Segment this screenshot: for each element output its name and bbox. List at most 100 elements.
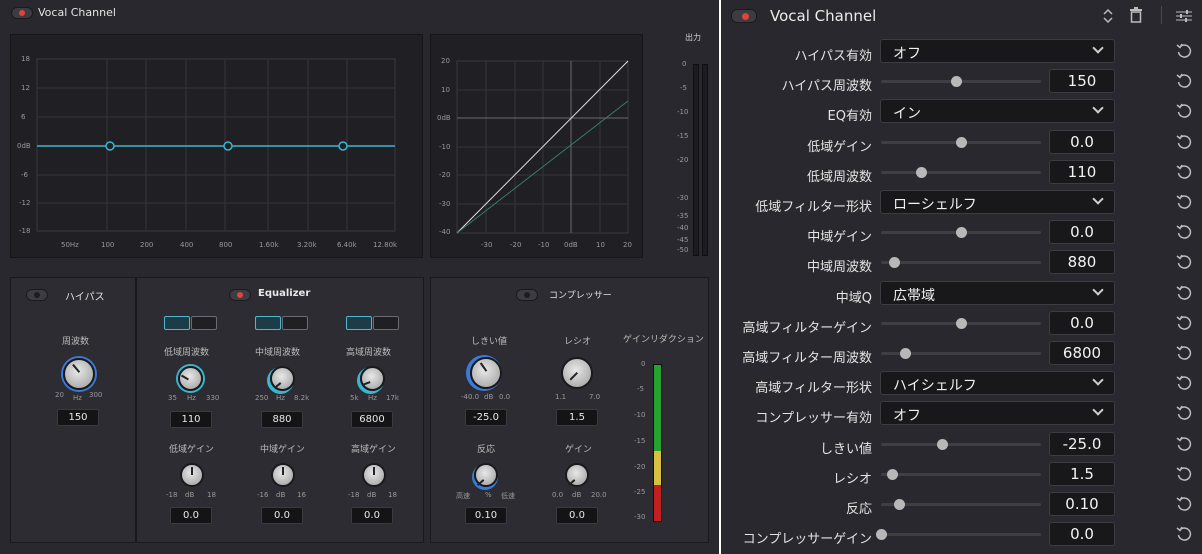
reset-icon[interactable] bbox=[1176, 436, 1192, 452]
reset-icon[interactable] bbox=[1176, 254, 1192, 270]
reset-icon[interactable] bbox=[1176, 285, 1192, 301]
param-value-field[interactable]: 0.0 bbox=[1049, 220, 1115, 245]
reorder-icon[interactable] bbox=[1101, 7, 1115, 25]
reset-icon[interactable] bbox=[1176, 164, 1192, 180]
param-value-field[interactable]: 1.5 bbox=[1049, 461, 1115, 486]
comp-gain-value[interactable]: 0.0 bbox=[556, 507, 598, 524]
eq-node-mid[interactable] bbox=[223, 141, 233, 151]
highpass-freq-knob[interactable] bbox=[63, 358, 95, 390]
reset-icon[interactable] bbox=[1176, 405, 1192, 421]
slider-thumb[interactable] bbox=[900, 348, 911, 359]
param-slider[interactable] bbox=[881, 227, 1041, 239]
mid-freq-knob[interactable] bbox=[270, 366, 295, 391]
param-slider[interactable] bbox=[881, 468, 1041, 480]
slider-thumb[interactable] bbox=[888, 257, 900, 269]
highpass-toggle[interactable] bbox=[26, 289, 48, 301]
param-dropdown[interactable]: ハイシェルフ bbox=[880, 371, 1115, 396]
param-label: 中域周波数 bbox=[806, 260, 872, 276]
low-gain-knob[interactable] bbox=[180, 463, 204, 487]
param-value-field[interactable]: 0.10 bbox=[1049, 492, 1115, 516]
param-value-field[interactable]: 6800 bbox=[1049, 341, 1115, 365]
inspector-enable-toggle[interactable] bbox=[731, 9, 757, 23]
mid-filter-shape-bell-button[interactable] bbox=[255, 316, 281, 330]
param-value-field[interactable]: -25.0 bbox=[1049, 431, 1115, 456]
trash-icon[interactable] bbox=[1129, 7, 1143, 23]
slider-thumb[interactable] bbox=[887, 468, 899, 480]
param-value-field[interactable]: 0.0 bbox=[1049, 310, 1115, 335]
param-value-field[interactable]: 0.0 bbox=[1049, 129, 1115, 154]
channel-enable-toggle[interactable] bbox=[11, 7, 33, 19]
ratio-value[interactable]: 1.5 bbox=[556, 409, 598, 426]
param-dropdown[interactable]: イン bbox=[880, 99, 1115, 124]
reset-icon[interactable] bbox=[1176, 194, 1192, 210]
reset-icon[interactable] bbox=[1176, 43, 1192, 59]
mid-gain-value[interactable]: 0.0 bbox=[261, 507, 303, 524]
slider-thumb[interactable] bbox=[876, 529, 887, 541]
param-slider[interactable] bbox=[881, 317, 1041, 329]
slider-thumb[interactable] bbox=[951, 76, 963, 88]
reset-icon[interactable] bbox=[1176, 345, 1192, 361]
high-gain-value[interactable]: 0.0 bbox=[351, 507, 393, 524]
param-value-field[interactable]: 150 bbox=[1049, 69, 1115, 94]
ratio-knob[interactable] bbox=[561, 357, 593, 389]
param-slider[interactable] bbox=[881, 257, 1041, 269]
reset-icon[interactable] bbox=[1176, 103, 1192, 119]
slider-thumb[interactable] bbox=[956, 136, 967, 148]
eq-node-high[interactable] bbox=[338, 141, 348, 151]
param-slider[interactable] bbox=[881, 76, 1041, 88]
high-freq-value[interactable]: 6800 bbox=[351, 411, 393, 428]
reset-icon[interactable] bbox=[1176, 375, 1192, 391]
param-dropdown[interactable]: ローシェルフ bbox=[880, 190, 1115, 214]
slider-thumb[interactable] bbox=[893, 499, 905, 510]
response-knob[interactable] bbox=[474, 463, 498, 487]
mid-filter-shape-notch-button[interactable] bbox=[282, 316, 308, 330]
threshold-value[interactable]: -25.0 bbox=[465, 409, 507, 426]
slider-thumb[interactable] bbox=[936, 438, 948, 450]
high-gain-knob[interactable] bbox=[362, 463, 386, 487]
reset-icon[interactable] bbox=[1176, 466, 1192, 482]
reset-icon[interactable] bbox=[1176, 496, 1192, 512]
comp-gain-knob[interactable] bbox=[565, 463, 589, 487]
high-freq-knob[interactable] bbox=[360, 366, 385, 391]
param-slider[interactable] bbox=[881, 499, 1041, 510]
mid-gain-knob[interactable] bbox=[271, 463, 295, 487]
param-value-field[interactable]: 0.0 bbox=[1049, 522, 1115, 547]
reset-icon[interactable] bbox=[1176, 526, 1192, 542]
settings-sliders-icon[interactable] bbox=[1176, 8, 1192, 22]
param-slider[interactable] bbox=[881, 166, 1041, 178]
high-filter-shape-shelf-button[interactable] bbox=[346, 316, 372, 330]
param-label: 中域ゲイン bbox=[807, 230, 872, 246]
eq-node-low[interactable] bbox=[105, 141, 115, 151]
param-dropdown[interactable]: 広帯域 bbox=[880, 280, 1115, 305]
param-dropdown[interactable]: オフ bbox=[880, 401, 1115, 426]
low-gain-value[interactable]: 0.0 bbox=[170, 507, 212, 524]
eq-toggle[interactable] bbox=[229, 289, 251, 301]
param-slider[interactable] bbox=[881, 438, 1041, 450]
ratio-min: 1.1 bbox=[555, 393, 567, 401]
param-slider[interactable] bbox=[876, 529, 1041, 541]
reset-icon[interactable] bbox=[1176, 73, 1192, 89]
slider-thumb[interactable] bbox=[916, 166, 927, 178]
slider-thumb[interactable] bbox=[956, 317, 967, 329]
compressor-toggle[interactable] bbox=[516, 289, 538, 301]
param-value-field[interactable]: 880 bbox=[1049, 250, 1115, 275]
param-slider[interactable] bbox=[881, 348, 1041, 359]
param-value-field[interactable]: 110 bbox=[1049, 159, 1115, 184]
threshold-knob[interactable] bbox=[470, 357, 502, 389]
param-slider[interactable] bbox=[881, 136, 1041, 148]
low-freq-knob[interactable] bbox=[178, 366, 203, 391]
reset-icon[interactable] bbox=[1176, 224, 1192, 240]
reset-icon[interactable] bbox=[1176, 315, 1192, 331]
low-freq-value[interactable]: 110 bbox=[170, 411, 212, 428]
chevron-down-icon bbox=[1092, 404, 1104, 417]
high-gain-min: -18 bbox=[348, 491, 360, 499]
slider-thumb[interactable] bbox=[956, 227, 967, 239]
highpass-freq-value[interactable]: 150 bbox=[57, 409, 99, 426]
reset-icon[interactable] bbox=[1176, 134, 1192, 150]
low-filter-shape-shelf-button[interactable] bbox=[164, 316, 190, 330]
low-filter-shape-bell-button[interactable] bbox=[191, 316, 217, 330]
high-filter-shape-bell-button[interactable] bbox=[373, 316, 399, 330]
param-dropdown[interactable]: オフ bbox=[880, 39, 1115, 63]
mid-freq-value[interactable]: 880 bbox=[261, 411, 303, 428]
response-value[interactable]: 0.10 bbox=[465, 507, 507, 524]
